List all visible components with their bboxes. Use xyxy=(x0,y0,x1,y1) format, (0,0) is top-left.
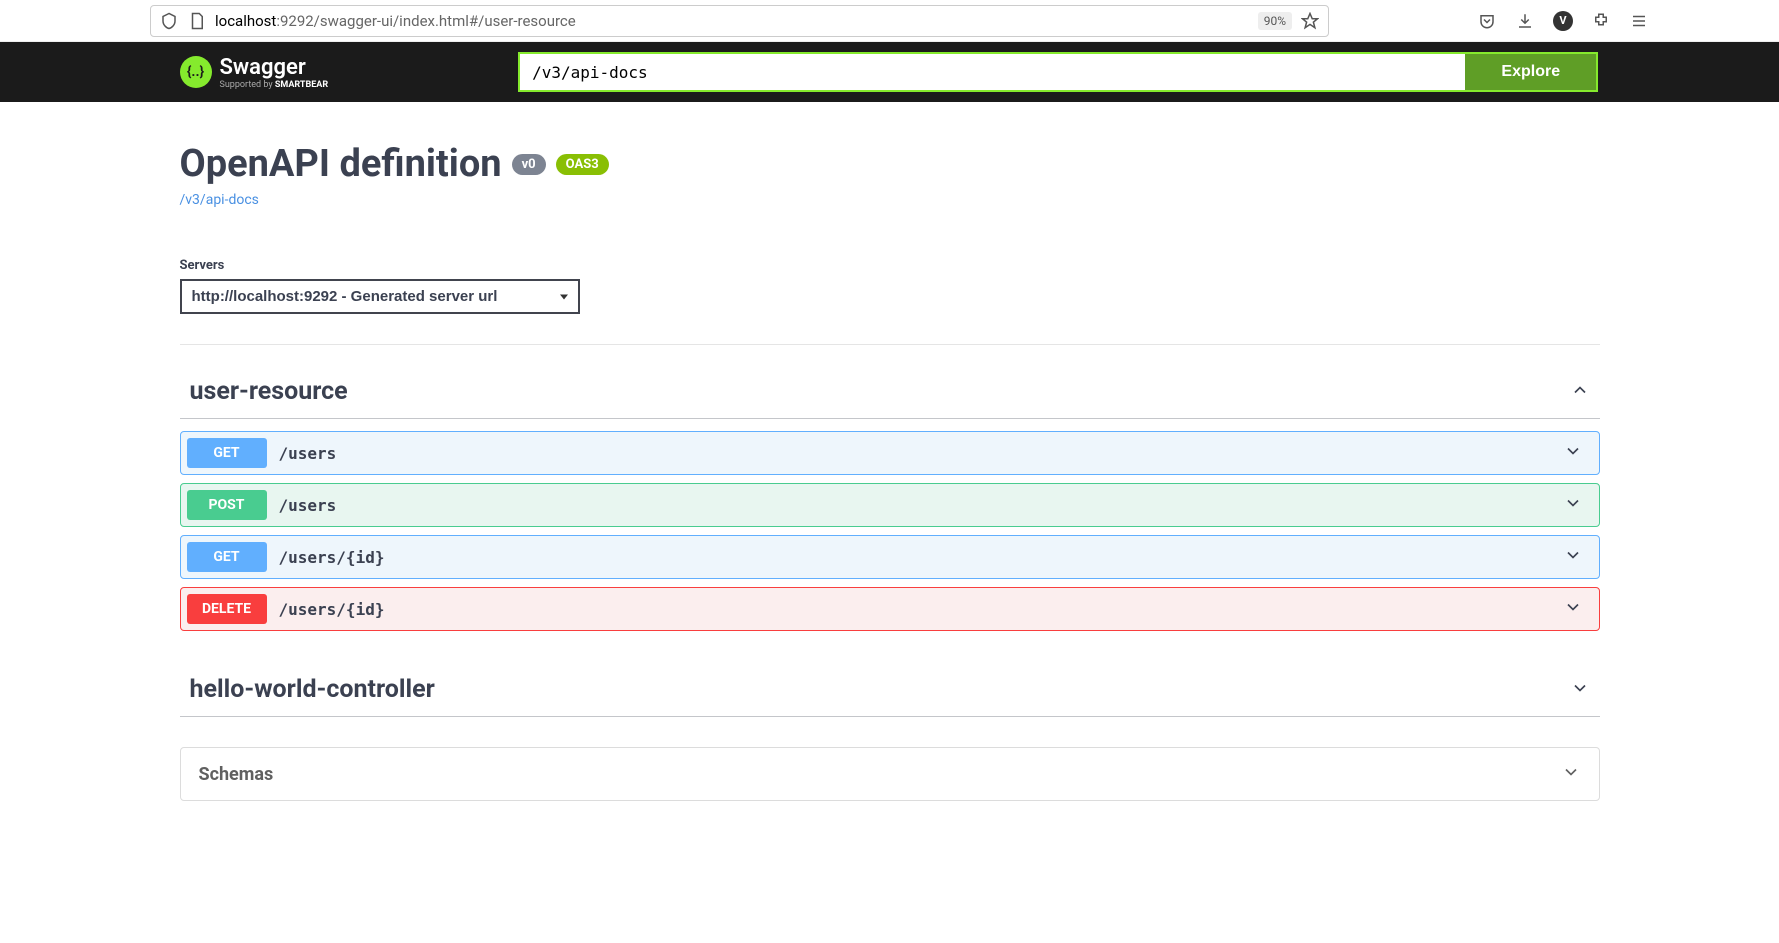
account-avatar-icon[interactable]: V xyxy=(1553,11,1573,31)
browser-toolbar-icons: V xyxy=(1477,11,1649,31)
menu-icon[interactable] xyxy=(1629,11,1649,31)
operation-get-user-by-id[interactable]: GET /users/{id} xyxy=(180,535,1600,579)
explore-button[interactable]: Explore xyxy=(1465,52,1598,92)
url-text: localhost:9292/swagger-ui/index.html#/us… xyxy=(215,12,1250,30)
chevron-down-icon xyxy=(1563,441,1583,465)
chevron-down-icon xyxy=(1563,493,1583,517)
tag-section-user-resource: user-resource GET /users POST /users GET… xyxy=(180,365,1600,643)
operation-path: /users/{id} xyxy=(279,548,1563,567)
url-domain: localhost xyxy=(215,12,276,30)
schemas-section: Schemas xyxy=(180,747,1600,801)
browser-address-bar: localhost:9292/swagger-ui/index.html#/us… xyxy=(0,0,1779,42)
swagger-logo: {..} Swagger Supported by SMARTBEAR xyxy=(180,55,329,90)
oas-badge: OAS3 xyxy=(556,154,609,175)
schemas-title: Schemas xyxy=(199,764,274,785)
servers-section: Servers http://localhost:9292 - Generate… xyxy=(180,228,1600,345)
url-path: :9292/swagger-ui/index.html#/user-resour… xyxy=(276,12,575,30)
method-badge: GET xyxy=(187,542,267,572)
servers-label: Servers xyxy=(180,258,1600,273)
chevron-down-icon xyxy=(1570,678,1590,702)
zoom-badge[interactable]: 90% xyxy=(1258,12,1292,30)
spec-url-input[interactable] xyxy=(518,52,1465,92)
operation-path: /users/{id} xyxy=(279,600,1563,619)
operation-post-users[interactable]: POST /users xyxy=(180,483,1600,527)
operation-path: /users xyxy=(279,496,1563,515)
chevron-down-icon xyxy=(1563,545,1583,569)
spec-link[interactable]: /v3/api-docs xyxy=(180,192,1600,208)
chevron-down-icon xyxy=(1561,762,1581,786)
pocket-icon[interactable] xyxy=(1477,11,1497,31)
chevron-down-icon xyxy=(1563,597,1583,621)
url-bar[interactable]: localhost:9292/swagger-ui/index.html#/us… xyxy=(150,5,1329,37)
operation-get-users[interactable]: GET /users xyxy=(180,431,1600,475)
tag-header[interactable]: user-resource xyxy=(180,365,1600,419)
swagger-logo-text: Swagger xyxy=(220,55,306,80)
bookmark-star-icon[interactable] xyxy=(1300,11,1320,31)
tag-section-hello-world-controller: hello-world-controller xyxy=(180,663,1600,717)
tag-name: user-resource xyxy=(190,377,348,406)
server-select[interactable]: http://localhost:9292 - Generated server… xyxy=(180,279,580,314)
swagger-logo-subtitle: Supported by SMARTBEAR xyxy=(220,80,329,90)
tag-header[interactable]: hello-world-controller xyxy=(180,663,1600,717)
api-title-text: OpenAPI definition xyxy=(180,142,502,186)
operation-delete-user-by-id[interactable]: DELETE /users/{id} xyxy=(180,587,1600,631)
shield-icon xyxy=(159,11,179,31)
tag-name: hello-world-controller xyxy=(190,675,435,704)
version-badge: v0 xyxy=(512,154,546,175)
extensions-icon[interactable] xyxy=(1591,11,1611,31)
method-badge: DELETE xyxy=(187,594,267,624)
download-icon[interactable] xyxy=(1515,11,1535,31)
explore-form: Explore xyxy=(518,52,1598,92)
swagger-topbar: {..} Swagger Supported by SMARTBEAR Expl… xyxy=(0,42,1779,102)
method-badge: POST xyxy=(187,490,267,520)
operation-path: /users xyxy=(279,444,1563,463)
swagger-logo-icon: {..} xyxy=(180,56,212,88)
chevron-up-icon xyxy=(1570,380,1590,404)
schemas-header[interactable]: Schemas xyxy=(180,747,1600,801)
api-title: OpenAPI definition v0 OAS3 xyxy=(180,142,1600,186)
api-info: OpenAPI definition v0 OAS3 /v3/api-docs xyxy=(180,102,1600,228)
method-badge: GET xyxy=(187,438,267,468)
page-icon xyxy=(187,11,207,31)
